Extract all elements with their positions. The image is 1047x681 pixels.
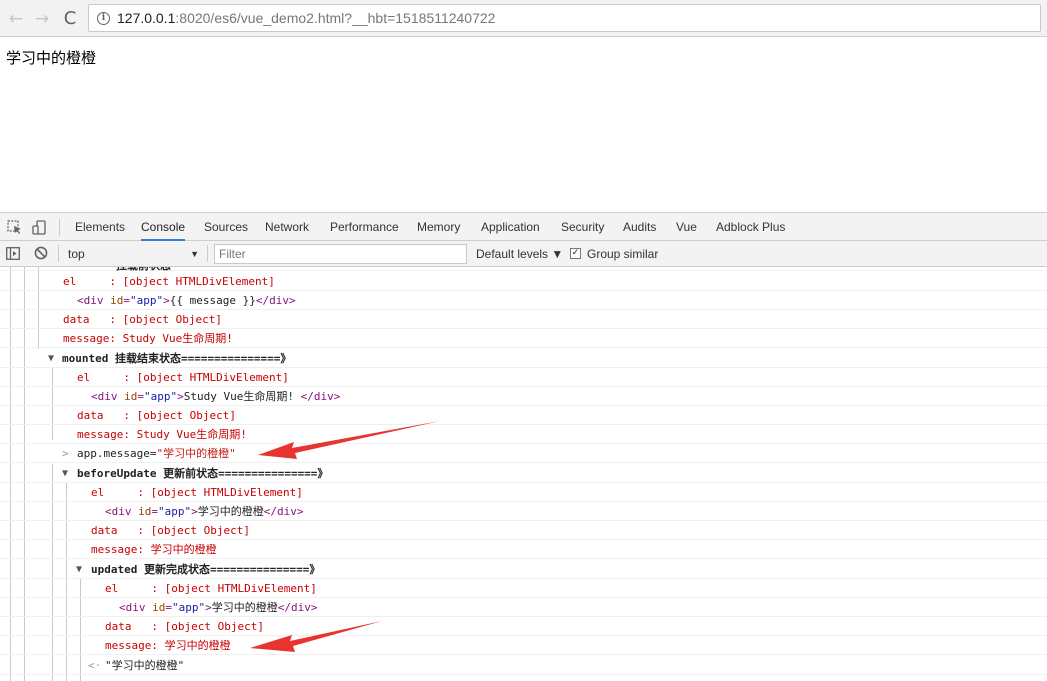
- log-html-text: Study Vue生命周期!: [183, 390, 301, 403]
- log-row: data : [object Object]: [0, 617, 1047, 637]
- collapse-triangle-icon[interactable]: ▼: [76, 560, 82, 579]
- log-group-header: mounted 挂载结束状态===============》: [62, 352, 292, 365]
- log-el: el : [object HTMLDivElement]: [77, 371, 289, 384]
- log-html[interactable]: <div id="app">学习中的橙橙</div>: [105, 502, 304, 521]
- log-row: <div id="app">Study Vue生命周期! </div>: [0, 387, 1047, 407]
- log-row: data : [object Object]: [0, 406, 1047, 426]
- back-icon[interactable]: ←: [6, 9, 26, 29]
- log-row: message: 学习中的橙橙: [0, 540, 1047, 560]
- log-group-header: updated 更新完成状态===============》: [91, 563, 321, 576]
- log-group-row[interactable]: ▼ updated 更新完成状态===============》: [0, 560, 1047, 580]
- log-message: message: Study Vue生命周期!: [77, 428, 247, 441]
- divider: [59, 219, 60, 236]
- log-el: el : [object HTMLDivElement]: [63, 275, 275, 288]
- log-row: el : [object HTMLDivElement]: [0, 579, 1047, 599]
- log-el: el : [object HTMLDivElement]: [91, 486, 303, 499]
- tab-adblock-plus[interactable]: Adblock Plus: [716, 213, 785, 241]
- log-row: message: Study Vue生命周期!: [0, 425, 1047, 445]
- group-similar-checkbox[interactable]: ✓: [570, 248, 581, 259]
- tab-audits[interactable]: Audits: [623, 213, 656, 241]
- log-levels-dropdown[interactable]: Default levels ▼: [476, 244, 563, 264]
- log-message: message: Study Vue生命周期!: [63, 332, 233, 345]
- filter-input[interactable]: [214, 244, 467, 264]
- log-el: el : [object HTMLDivElement]: [105, 582, 317, 595]
- log-row: <div id="app">{{ message }}</div>: [0, 291, 1047, 311]
- tab-vue[interactable]: Vue: [676, 213, 697, 241]
- url-text[interactable]: 127.0.0.1:8020/es6/vue_demo2.html?__hbt=…: [117, 10, 495, 26]
- log-html-text: {{ message }}: [169, 294, 256, 307]
- log-row: 挂载前状态: [0, 267, 1047, 272]
- log-data: data : [object Object]: [77, 409, 236, 422]
- log-html[interactable]: <div id="app">学习中的橙橙</div>: [119, 598, 318, 617]
- group-similar-label: Group similar: [587, 247, 659, 261]
- context-select[interactable]: top ▼: [63, 244, 203, 264]
- info-icon[interactable]: i: [97, 12, 110, 25]
- log-row: message: 学习中的橙橙: [0, 636, 1047, 656]
- log-row: > app.message="学习中的橙橙": [0, 444, 1047, 464]
- result-caret-icon: <·: [88, 659, 102, 672]
- command-expression: app.message=: [77, 447, 157, 460]
- console-result: "学习中的橙橙": [105, 659, 185, 672]
- devtools-tab-bar: Elements Console Sources Network Perform…: [0, 212, 1047, 241]
- console-command: app.message="学习中的橙橙": [77, 444, 236, 463]
- console-toolbar: top ▼ Default levels ▼ ✓ Group similar: [0, 241, 1047, 267]
- tab-elements[interactable]: Elements: [75, 213, 125, 241]
- log-row: data : [object Object]: [0, 310, 1047, 330]
- reload-icon[interactable]: C: [60, 9, 80, 29]
- log-row: el : [object HTMLDivElement]: [0, 272, 1047, 292]
- log-row: el : [object HTMLDivElement]: [0, 483, 1047, 503]
- collapse-triangle-icon[interactable]: ▼: [48, 349, 54, 368]
- log-group-row[interactable]: ▼ mounted 挂载结束状态===============》: [0, 349, 1047, 369]
- log-data: data : [object Object]: [105, 620, 264, 633]
- log-row: el : [object HTMLDivElement]: [0, 368, 1047, 388]
- tab-security[interactable]: Security: [561, 213, 604, 241]
- log-group-row[interactable]: ▼ beforeUpdate 更新前状态===============》: [0, 464, 1047, 484]
- log-row: data : [object Object]: [0, 521, 1047, 541]
- address-bar[interactable]: i 127.0.0.1:8020/es6/vue_demo2.html?__hb…: [88, 4, 1041, 32]
- tab-memory[interactable]: Memory: [417, 213, 460, 241]
- command-value: "学习中的橙橙": [156, 447, 236, 460]
- log-data: data : [object Object]: [91, 524, 250, 537]
- log-data: data : [object Object]: [63, 313, 222, 326]
- forward-icon[interactable]: →: [32, 9, 52, 29]
- divider: [58, 245, 59, 262]
- clear-console-icon[interactable]: [34, 246, 48, 260]
- tab-performance[interactable]: Performance: [330, 213, 399, 241]
- log-html-text: 学习中的橙橙: [211, 601, 278, 614]
- url-path: :8020/es6/vue_demo2.html?__hbt=151851124…: [175, 10, 496, 26]
- log-row: <· "学习中的橙橙": [0, 656, 1047, 676]
- log-html[interactable]: <div id="app">Study Vue生命周期! </div>: [91, 387, 340, 406]
- log-row: <div id="app">学习中的橙橙</div>: [0, 502, 1047, 522]
- browser-toolbar: ← → C i 127.0.0.1:8020/es6/vue_demo2.htm…: [0, 0, 1047, 37]
- input-caret-icon: >: [62, 447, 69, 460]
- url-host: 127.0.0.1: [117, 10, 176, 26]
- console-output[interactable]: 挂载前状态 el : [object HTMLDivElement] <div …: [0, 267, 1047, 681]
- device-toolbar-icon[interactable]: [32, 220, 48, 235]
- log-message: message: 学习中的橙橙: [105, 639, 231, 652]
- log-message: message: 学习中的橙橙: [91, 543, 217, 556]
- context-value: top: [68, 247, 85, 261]
- tab-sources[interactable]: Sources: [204, 213, 248, 241]
- log-group-header: beforeUpdate 更新前状态===============》: [77, 467, 329, 480]
- collapse-triangle-icon[interactable]: ▼: [62, 464, 68, 483]
- tab-console[interactable]: Console: [141, 213, 186, 241]
- chevron-down-icon: ▼: [190, 249, 199, 259]
- tab-application[interactable]: Application: [481, 213, 540, 241]
- inspect-element-icon[interactable]: [7, 220, 23, 235]
- log-html-text: 学习中的橙橙: [197, 505, 264, 518]
- tab-network[interactable]: Network: [265, 213, 309, 241]
- show-sidebar-icon[interactable]: [6, 247, 20, 260]
- log-html[interactable]: <div id="app">{{ message }}</div>: [77, 291, 296, 310]
- log-row: message: Study Vue生命周期!: [0, 329, 1047, 349]
- page-app-text: 学习中的橙橙: [6, 49, 97, 67]
- divider: [207, 245, 208, 262]
- log-row: <div id="app">学习中的橙橙</div>: [0, 598, 1047, 618]
